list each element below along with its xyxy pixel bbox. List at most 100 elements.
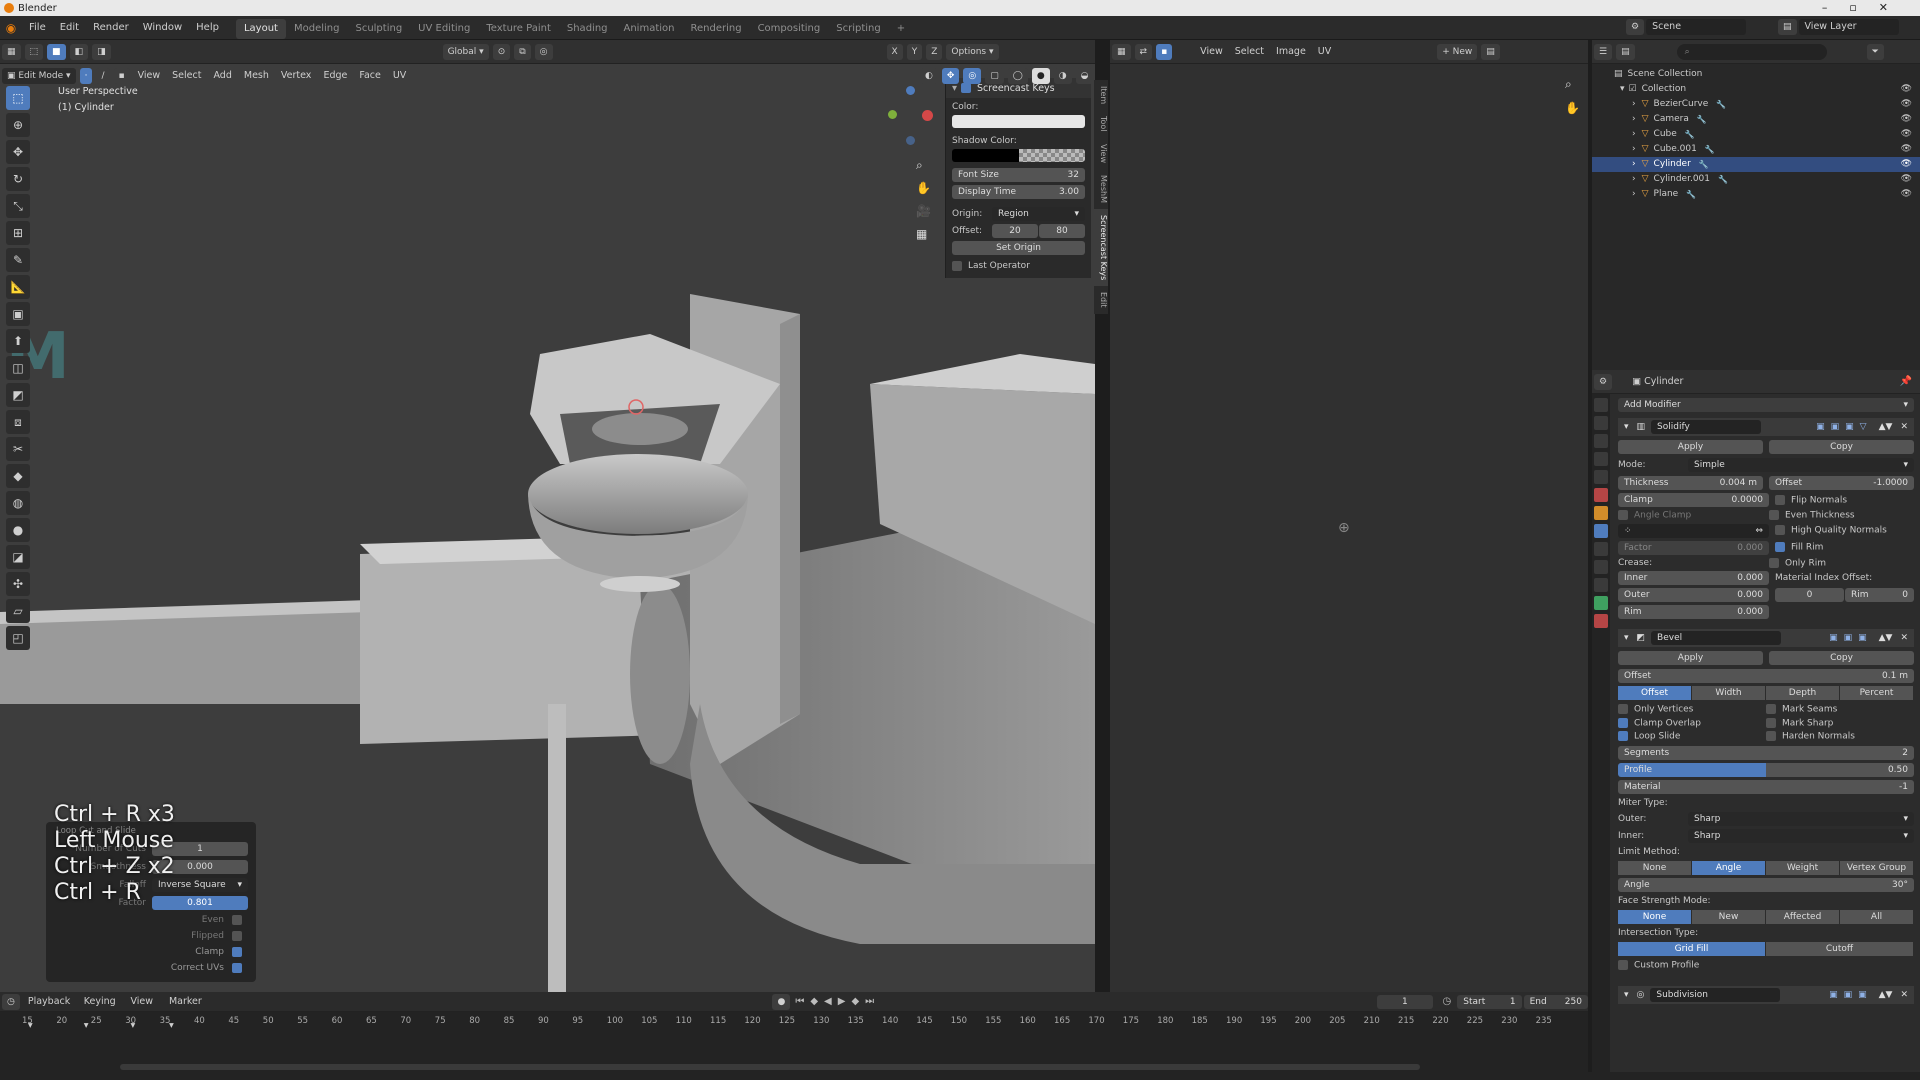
scale-icon[interactable]: ⤡ bbox=[6, 194, 30, 218]
measure-icon[interactable]: 📐 bbox=[6, 275, 30, 299]
physics-tab-icon[interactable] bbox=[1594, 560, 1608, 574]
xray-icon[interactable]: ▢ bbox=[985, 68, 1004, 84]
edge-select-icon[interactable]: / bbox=[96, 68, 110, 84]
clamp-checkbox[interactable] bbox=[232, 947, 242, 957]
uv-sync-icon[interactable]: ⇄ bbox=[1134, 43, 1153, 60]
menu-help[interactable]: Help bbox=[189, 16, 226, 40]
outliner-item-plane[interactable]: › ▽ Plane 🔧 👁 bbox=[1592, 187, 1920, 202]
expand-arrow-icon[interactable]: › bbox=[1632, 127, 1636, 142]
limit-option-none[interactable]: None bbox=[1618, 860, 1691, 875]
solidify-move-icons[interactable]: ▲▼ bbox=[1879, 422, 1893, 432]
limit-option-angle[interactable]: Angle bbox=[1692, 860, 1765, 875]
scene-name[interactable]: Scene bbox=[1646, 19, 1747, 35]
constraints-tab-icon[interactable] bbox=[1594, 578, 1608, 592]
tool-tab-icon[interactable] bbox=[1594, 398, 1608, 412]
font-size-field[interactable]: Font Size 32 bbox=[952, 168, 1085, 182]
select-mode-subtract-icon[interactable]: ◨ bbox=[92, 43, 111, 60]
fill-rim-checkbox[interactable] bbox=[1775, 542, 1785, 553]
sidebar-tab-edit[interactable]: Edit bbox=[1094, 286, 1108, 314]
set-origin-button[interactable]: Set Origin bbox=[952, 241, 1085, 255]
viewport-menu-add[interactable]: Add bbox=[207, 64, 237, 88]
blender-menu-icon[interactable]: ◉ bbox=[0, 21, 22, 35]
mark-seams-checkbox[interactable] bbox=[1766, 704, 1776, 714]
widthtypes-option-offset[interactable]: Offset bbox=[1618, 686, 1691, 700]
thickness-field[interactable]: Thickness 0.004 m bbox=[1618, 476, 1763, 490]
outliner-item-cube-001[interactable]: › ▽ Cube.001 🔧 👁 bbox=[1592, 142, 1920, 157]
loop-cut-icon[interactable]: ⧈ bbox=[6, 410, 30, 434]
move-icon[interactable]: ✥ bbox=[6, 140, 30, 164]
sidebar-tab-tool[interactable]: Tool bbox=[1094, 110, 1108, 138]
solidify-modifier-header[interactable]: ▾ ▥ Solidify ▣▣▣▽ ▲▼ ✕ bbox=[1618, 418, 1914, 436]
workspace-tab-rendering[interactable]: Rendering bbox=[682, 19, 749, 39]
spin-icon[interactable]: ◍ bbox=[6, 491, 30, 515]
sidebar-tab-meshm[interactable]: MeshM bbox=[1094, 169, 1108, 209]
zoom-icon[interactable]: ⌕ bbox=[916, 154, 931, 177]
outliner-item-cube[interactable]: › ▽ Cube 🔧 👁 bbox=[1592, 127, 1920, 142]
display-time-field[interactable]: Display Time 3.00 bbox=[952, 185, 1085, 199]
solidify-close-icon[interactable]: ✕ bbox=[1900, 422, 1908, 432]
cursor-icon[interactable]: ⊕ bbox=[6, 113, 30, 137]
solidify-factor-field[interactable]: Factor 0.000 bbox=[1618, 540, 1769, 555]
expand-arrow-icon[interactable]: › bbox=[1632, 187, 1636, 202]
filter-icon[interactable]: ⏷ bbox=[1866, 43, 1884, 60]
image-menu-uv[interactable]: UV bbox=[1312, 40, 1337, 64]
world-tab-icon[interactable] bbox=[1594, 488, 1608, 502]
outliner-search-input[interactable]: ⌕ bbox=[1676, 43, 1827, 60]
image-menu-image[interactable]: Image bbox=[1270, 40, 1312, 64]
intersection-option-grid-fill[interactable]: Grid Fill bbox=[1618, 941, 1765, 956]
edge-slide-icon[interactable]: ◪ bbox=[6, 545, 30, 569]
origin-dropdown[interactable]: Region ▾ bbox=[992, 207, 1085, 221]
bevel-collapse-icon[interactable]: ▾ bbox=[1624, 633, 1629, 643]
gizmo-icon[interactable]: ✥ bbox=[941, 68, 960, 84]
viewport-menu-view[interactable]: View bbox=[132, 64, 167, 88]
expand-arrow-icon[interactable]: › bbox=[1632, 142, 1636, 157]
mark-sharp-checkbox[interactable] bbox=[1766, 717, 1776, 728]
select-box-icon[interactable]: ⬚ bbox=[6, 86, 30, 110]
image-browse-icon[interactable]: ▤ bbox=[1481, 43, 1500, 60]
display-mode-icon[interactable]: ▤ bbox=[1616, 43, 1635, 60]
face-select-icon[interactable]: ▪ bbox=[113, 68, 130, 84]
solidify-name-field[interactable]: Solidify bbox=[1651, 420, 1762, 434]
particles-tab-icon[interactable] bbox=[1594, 542, 1608, 556]
expand-arrow-icon[interactable]: › bbox=[1632, 97, 1636, 112]
offset-x-field[interactable]: 20 bbox=[992, 224, 1038, 238]
data-tab-icon[interactable] bbox=[1594, 596, 1608, 610]
bevel-material-field[interactable]: Material -1 bbox=[1618, 779, 1914, 794]
material-index-field[interactable]: 0 bbox=[1775, 588, 1844, 602]
navigation-gizmo[interactable] bbox=[882, 84, 940, 145]
hq-normals-checkbox[interactable] bbox=[1775, 525, 1785, 536]
snap-icon[interactable]: ⧉ bbox=[514, 43, 531, 60]
visibility-eye-icon[interactable]: 👁 bbox=[1901, 97, 1912, 112]
select-tool-icon[interactable]: ⬚ bbox=[24, 43, 44, 60]
workspace-tab-uv-editing[interactable]: UV Editing bbox=[410, 19, 478, 39]
menu-render[interactable]: Render bbox=[86, 16, 136, 40]
smooth-icon[interactable]: ● bbox=[6, 518, 30, 542]
transform-icon[interactable]: ⊞ bbox=[6, 221, 30, 245]
poly-build-icon[interactable]: ◆ bbox=[6, 464, 30, 488]
shrink-fatten-icon[interactable]: ✣ bbox=[6, 572, 30, 596]
image-editor-type-icon[interactable]: ▦ bbox=[1112, 43, 1131, 60]
render-tab-icon[interactable] bbox=[1594, 416, 1608, 430]
orientation-dropdown[interactable]: Global ▾ bbox=[442, 43, 489, 60]
segments-field[interactable]: Segments 2 bbox=[1618, 745, 1914, 760]
visibility-eye-icon[interactable]: 👁 bbox=[1901, 172, 1912, 187]
bevel-move-icons[interactable]: ▲▼ bbox=[1879, 633, 1893, 643]
overlay-icon[interactable]: ◎ bbox=[963, 68, 982, 84]
expand-arrow-icon[interactable]: ▾ bbox=[1620, 82, 1625, 97]
vertex-group-field[interactable]: ⁘ ⇔ bbox=[1618, 523, 1769, 538]
outliner-item-cylinder[interactable]: › ▽ Cylinder 🔧 👁 bbox=[1592, 157, 1920, 172]
menu-file[interactable]: File bbox=[22, 16, 53, 40]
intersection-option-cutoff[interactable]: Cutoff bbox=[1766, 941, 1913, 956]
image-pan-icon[interactable]: ✋ bbox=[1565, 96, 1580, 120]
gizmo-y-axis[interactable] bbox=[888, 110, 897, 119]
limit-option-vertex-group[interactable]: Vertex Group bbox=[1840, 860, 1913, 875]
expand-arrow-icon[interactable]: › bbox=[1632, 112, 1636, 127]
solidify-copy-button[interactable]: Copy bbox=[1769, 440, 1914, 454]
workspace-tab-compositing[interactable]: Compositing bbox=[750, 19, 829, 39]
mirror-axis-z[interactable]: Z bbox=[926, 43, 943, 60]
inset-icon[interactable]: ◫ bbox=[6, 356, 30, 380]
limit-option-weight[interactable]: Weight bbox=[1766, 860, 1839, 875]
outliner-type-icon[interactable]: ☰ bbox=[1594, 43, 1613, 60]
solidify-collapse-icon[interactable]: ▾ bbox=[1624, 422, 1629, 432]
workspace-tab-modeling[interactable]: Modeling bbox=[286, 19, 348, 39]
